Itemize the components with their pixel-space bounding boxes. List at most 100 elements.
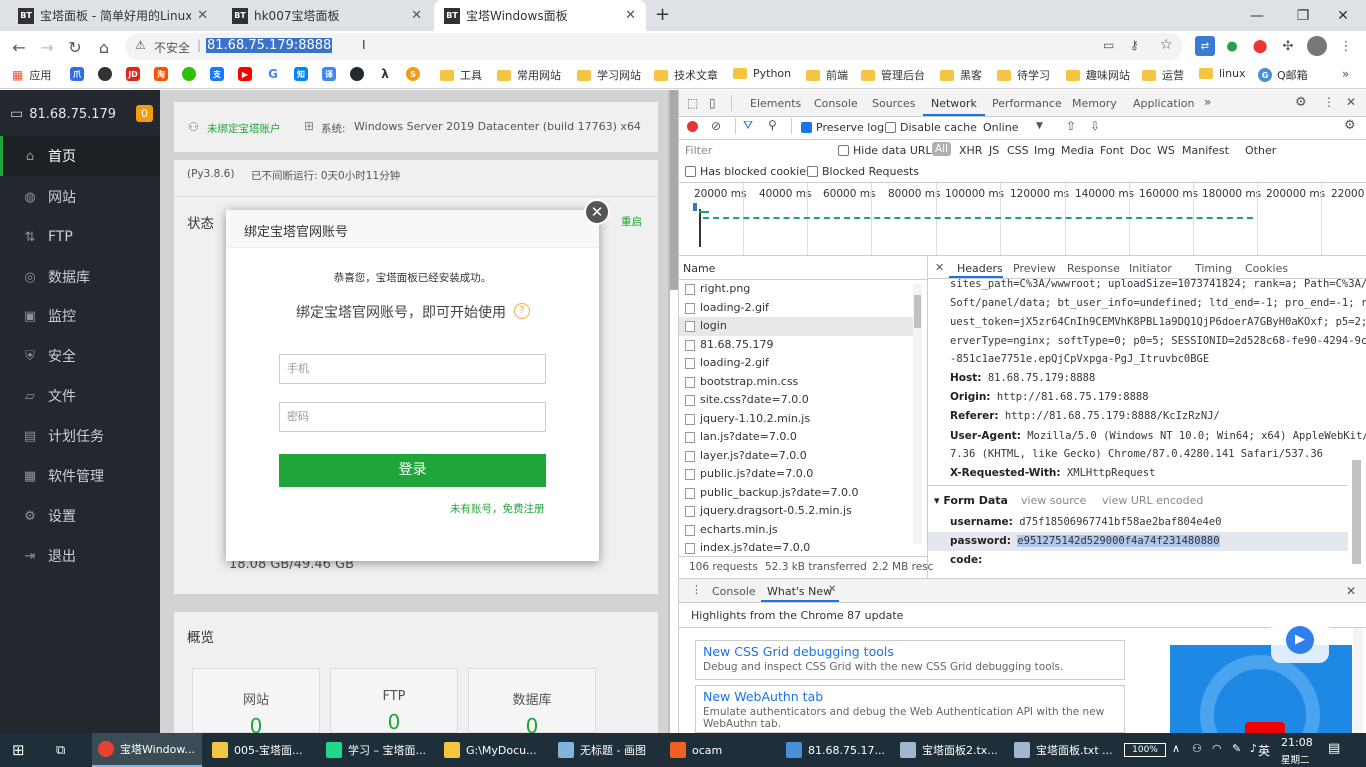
tab-performance[interactable]: Performance	[992, 97, 1062, 110]
more-tabs-icon[interactable]: »	[1204, 95, 1211, 109]
sidebar-item-database[interactable]: ◎ 数据库	[0, 257, 160, 297]
bookmark-folder-tools[interactable]: 工具	[440, 67, 482, 83]
request-list-scrollbar[interactable]	[914, 295, 921, 328]
filter-ws[interactable]: WS	[1157, 144, 1175, 157]
avatar[interactable]	[1307, 36, 1327, 56]
devtools-menu-icon[interactable]: ⋮	[1323, 95, 1335, 109]
bookmark-qmail[interactable]: G Q邮箱	[1258, 67, 1308, 83]
close-tab-icon[interactable]: ✕	[197, 8, 208, 23]
close-tab-icon[interactable]: ✕	[411, 8, 422, 23]
extension-2-icon[interactable]: ●	[1222, 36, 1242, 56]
puzzle-icon[interactable]: ✣	[1278, 36, 1298, 56]
bookmark-folder[interactable]: 常用网站	[497, 67, 561, 83]
bookmark-icon-youtube[interactable]: ▶	[238, 67, 257, 81]
back-icon[interactable]: ←	[6, 34, 32, 60]
filter-xhr[interactable]: XHR	[959, 144, 982, 157]
clear-icon[interactable]: ⊘	[711, 119, 721, 133]
windows-start-icon[interactable]: ⊞	[6, 733, 31, 767]
login-button[interactable]: 登录	[279, 454, 546, 487]
has-blocked-cookies-checkbox[interactable]: Has blocked cookies	[685, 165, 812, 178]
bookmark-icon-circle[interactable]	[98, 67, 117, 81]
request-row[interactable]: layer.js?date=7.0.0	[679, 447, 913, 466]
filter-other[interactable]: Other	[1245, 144, 1276, 157]
sidebar-item-security[interactable]: ⛨ 安全	[0, 336, 160, 376]
record-icon[interactable]	[687, 121, 698, 132]
sidebar-item-ftp[interactable]: ⇅ FTP	[0, 217, 160, 257]
bookmark-folder[interactable]: 管理后台	[861, 67, 925, 83]
request-row[interactable]: right.png	[679, 280, 913, 299]
tab-console[interactable]: Console	[814, 97, 858, 110]
bookmark-icon-translate[interactable]: 译	[322, 67, 341, 81]
bookmark-icon-lambda[interactable]: λ	[378, 67, 397, 81]
sidebar-item-website[interactable]: ◍ 网站	[0, 177, 160, 217]
bookmark-folder[interactable]: 技术文章	[654, 67, 718, 83]
taskbar-item-pycharm[interactable]: 学习 – 宝塔面...	[320, 733, 434, 767]
address-bar[interactable]: ⚠ 不安全 | 81.68.75.179:8888 I ▭ ⚷ ☆	[125, 33, 1183, 60]
request-row[interactable]: jquery.dragsort-0.5.2.min.js	[679, 502, 913, 521]
request-row[interactable]: 81.68.75.179	[679, 336, 913, 355]
sidebar-item-home[interactable]: ⌂ 首页	[0, 136, 160, 176]
filter-input[interactable]: Filter	[685, 144, 712, 157]
throttle-select[interactable]: Online	[983, 121, 1018, 134]
bookmark-folder[interactable]: 黑客	[940, 67, 982, 83]
devtools-close-icon[interactable]: ✕	[1346, 95, 1356, 109]
filter-img[interactable]: Img	[1034, 144, 1055, 157]
overview-ftp[interactable]: FTP 0	[330, 668, 458, 734]
drawer-tab-console[interactable]: Console	[712, 585, 756, 598]
tab-initiator[interactable]: Initiator	[1129, 262, 1172, 275]
bookmark-icon-wechat[interactable]	[182, 67, 201, 81]
sidebar-item-files[interactable]: ▱ 文件	[0, 376, 160, 416]
bookmark-icon-alipay[interactable]: 支	[210, 67, 229, 81]
throttle-dropdown-icon[interactable]: ▼	[1036, 121, 1043, 131]
filter-funnel-icon[interactable]: ⛛	[743, 118, 753, 133]
page-scrollbar[interactable]	[670, 90, 678, 290]
request-row[interactable]: index.js?date=7.0.0	[679, 539, 913, 558]
preserve-log-checkbox[interactable]: Preserve log	[801, 121, 884, 134]
extension-1-icon[interactable]: ⇄	[1195, 36, 1215, 56]
tab-application[interactable]: Application	[1133, 97, 1194, 110]
sidebar-item-cron[interactable]: ▤ 计划任务	[0, 416, 160, 456]
ime-indicator[interactable]: 英	[1258, 742, 1270, 759]
filter-media[interactable]: Media	[1061, 144, 1094, 157]
warning-icon[interactable]: ⚠	[135, 38, 146, 52]
inspect-icon[interactable]: ⬚	[687, 96, 698, 110]
filter-font[interactable]: Font	[1100, 144, 1124, 157]
password-input[interactable]: 密码	[279, 402, 546, 432]
bookmark-folder[interactable]: 学习网站	[577, 67, 641, 83]
people-icon[interactable]: ⚇	[1192, 742, 1202, 755]
request-row[interactable]: public.js?date=7.0.0	[679, 465, 913, 484]
browser-tab-3-active[interactable]: BT 宝塔Windows面板 ✕	[434, 0, 646, 31]
taskbar-item-remote-desktop[interactable]: 81.68.75.17...	[780, 733, 890, 767]
notification-badge[interactable]: 0	[136, 105, 153, 122]
bookmarks-overflow-icon[interactable]: »	[1342, 67, 1349, 81]
overview-website[interactable]: 网站 0	[192, 668, 320, 738]
drawer-menu-icon[interactable]: ⋮	[691, 583, 702, 596]
disable-cache-checkbox[interactable]: Disable cache	[885, 121, 977, 134]
volume-icon[interactable]: ♪	[1250, 742, 1257, 755]
settings-gear-icon[interactable]: ⚙	[1295, 95, 1307, 110]
bookmark-folder[interactable]: 前端	[806, 67, 848, 83]
close-details-icon[interactable]: ✕	[935, 261, 944, 274]
request-row[interactable]: loading-2.gif	[679, 354, 913, 373]
tab-network[interactable]: Network	[931, 97, 977, 110]
clock-weekday[interactable]: 星期二	[1281, 752, 1310, 766]
home-icon[interactable]: ⌂	[91, 34, 117, 60]
tab-sources[interactable]: Sources	[872, 97, 916, 110]
timeline-overview[interactable]: 20000 ms 40000 ms 60000 ms 80000 ms 1000…	[679, 183, 1366, 255]
close-whats-new-icon[interactable]: ✕	[828, 584, 836, 595]
blocked-requests-checkbox[interactable]: Blocked Requests	[807, 165, 919, 178]
battery-indicator[interactable]: 100%	[1124, 743, 1166, 757]
wifi-icon[interactable]: ◠	[1212, 742, 1222, 755]
tab-response[interactable]: Response	[1067, 262, 1120, 275]
name-column-header[interactable]: Name	[683, 262, 715, 275]
tray-chevron-icon[interactable]: ∧	[1172, 742, 1180, 755]
whats-new-card[interactable]: New CSS Grid debugging tools Debug and i…	[695, 640, 1125, 680]
tab-preview[interactable]: Preview	[1013, 262, 1056, 275]
taskbar-item-notepad-1[interactable]: 宝塔面板2.tx...	[894, 733, 1004, 767]
extension-3-icon[interactable]: ⬤	[1250, 36, 1270, 56]
filter-css[interactable]: CSS	[1007, 144, 1029, 157]
request-row[interactable]: echarts.min.js	[679, 521, 913, 540]
request-row[interactable]: jquery-1.10.2.min.js	[679, 410, 913, 429]
url-text[interactable]: 81.68.75.179:8888	[206, 38, 333, 53]
browser-tab-2[interactable]: BT hk007宝塔面板 ✕	[222, 0, 432, 31]
